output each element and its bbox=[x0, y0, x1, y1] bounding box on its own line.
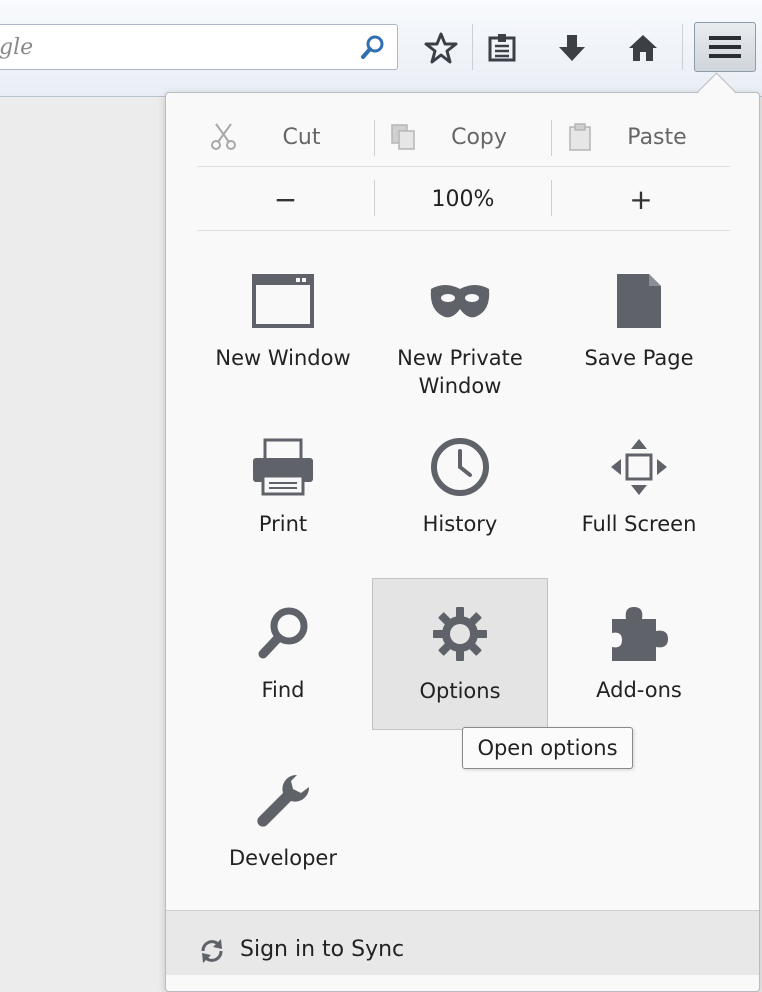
clock-icon bbox=[431, 438, 489, 496]
printer-icon bbox=[253, 438, 313, 496]
downloads-button[interactable] bbox=[547, 26, 597, 70]
zoom-level: 100% bbox=[431, 186, 495, 212]
sync-icon bbox=[201, 939, 223, 963]
magnifier-icon bbox=[258, 607, 308, 659]
menu-icon bbox=[709, 36, 741, 58]
zoom-controls: − 100% + bbox=[197, 168, 730, 231]
print-label: Print bbox=[258, 512, 308, 536]
options-tooltip: Open options bbox=[462, 727, 633, 769]
home-icon bbox=[629, 35, 657, 61]
bookmarks-list-button[interactable] bbox=[477, 26, 527, 70]
find-button[interactable]: Find bbox=[195, 590, 371, 740]
new-window-label: New Window bbox=[215, 346, 351, 370]
history-label: History bbox=[422, 512, 498, 536]
cut-button[interactable]: Cut bbox=[197, 108, 374, 166]
copy-icon bbox=[391, 124, 415, 150]
save-page-button[interactable]: Save Page bbox=[551, 258, 727, 408]
options-button[interactable]: Options bbox=[372, 578, 548, 730]
zoom-in-button[interactable]: + bbox=[552, 168, 730, 230]
paste-label: Paste bbox=[627, 124, 687, 150]
copy-label: Copy bbox=[451, 124, 507, 150]
sync-footer[interactable]: Sign in to Sync bbox=[166, 910, 759, 975]
zoom-out-label: − bbox=[273, 182, 298, 216]
scissors-icon bbox=[211, 123, 236, 150]
search-icon[interactable] bbox=[359, 33, 387, 61]
open-menu-button[interactable] bbox=[694, 22, 756, 72]
zoom-out-button[interactable]: − bbox=[197, 168, 374, 230]
developer-button[interactable]: Developer bbox=[195, 758, 371, 908]
find-label: Find bbox=[261, 678, 305, 702]
full-screen-button[interactable]: Full Screen bbox=[551, 424, 727, 574]
fullscreen-icon bbox=[611, 439, 667, 495]
print-button[interactable]: Print bbox=[195, 424, 371, 574]
search-input[interactable]: gle bbox=[0, 24, 398, 70]
add-ons-button[interactable]: Add-ons bbox=[551, 590, 727, 740]
bookmarks-list-icon bbox=[488, 34, 516, 62]
developer-label: Developer bbox=[228, 846, 337, 870]
zoom-reset-button[interactable]: 100% bbox=[375, 168, 551, 230]
zoom-in-label: + bbox=[629, 182, 653, 216]
mask-icon bbox=[430, 285, 490, 318]
add-ons-label: Add-ons bbox=[596, 678, 682, 702]
search-input-text: gle bbox=[0, 35, 34, 60]
sync-label: Sign in to Sync bbox=[240, 937, 405, 962]
page-icon bbox=[617, 274, 661, 328]
new-window-button[interactable]: New Window bbox=[195, 258, 371, 408]
paste-button[interactable]: Paste bbox=[552, 108, 730, 166]
new-private-window-button[interactable]: New Private Window bbox=[372, 258, 548, 408]
navigation-toolbar: gle bbox=[0, 0, 762, 97]
options-label: Options bbox=[419, 679, 501, 703]
home-button[interactable] bbox=[618, 26, 668, 70]
bookmark-star-icon bbox=[424, 32, 458, 64]
clipboard-icon bbox=[569, 123, 591, 151]
window-icon bbox=[252, 274, 314, 328]
bookmark-star-button[interactable] bbox=[416, 26, 466, 70]
edit-controls: Cut Copy Paste bbox=[197, 108, 730, 167]
cut-label: Cut bbox=[282, 124, 321, 150]
save-page-label: Save Page bbox=[584, 346, 694, 370]
downloads-icon bbox=[559, 35, 585, 61]
history-button[interactable]: History bbox=[372, 424, 548, 574]
full-screen-label: Full Screen bbox=[581, 512, 697, 536]
wrench-icon bbox=[257, 774, 310, 827]
puzzle-icon bbox=[612, 607, 668, 661]
new-private-window-label: New Private Window bbox=[397, 346, 523, 398]
gear-icon bbox=[433, 607, 487, 661]
copy-button[interactable]: Copy bbox=[375, 108, 551, 166]
